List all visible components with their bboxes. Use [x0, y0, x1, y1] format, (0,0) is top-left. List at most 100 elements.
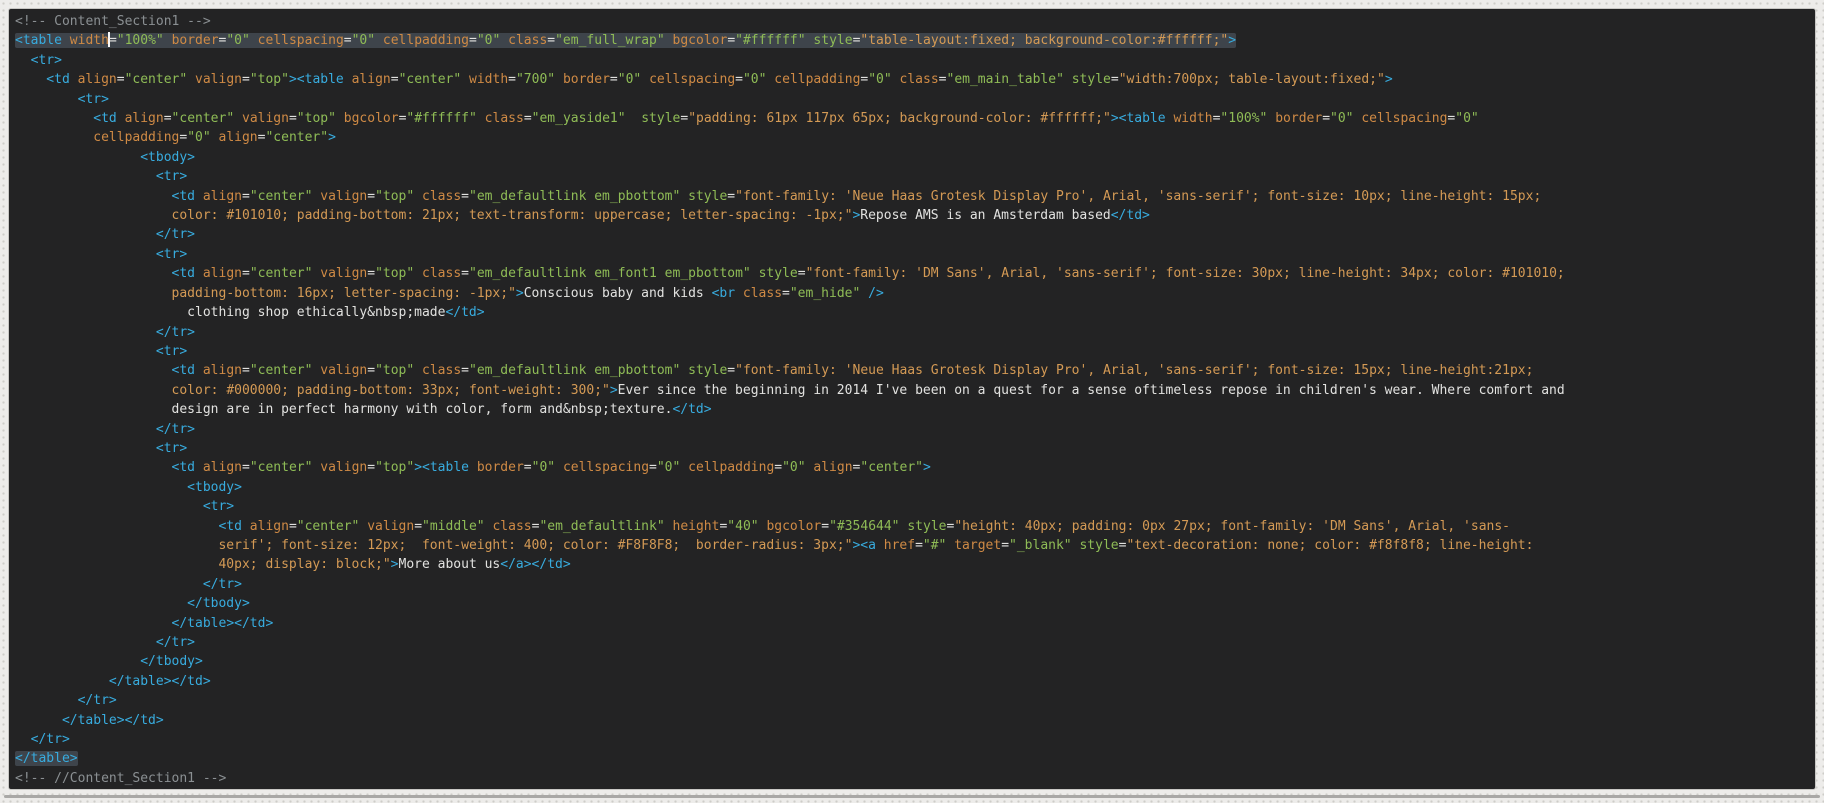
code-line[interactable]: </tr> [15, 691, 1809, 710]
code-token: = [524, 111, 532, 126]
code-line[interactable]: <tbody> [15, 478, 1809, 497]
code-token: style [688, 363, 727, 378]
code-token: <tr> [156, 441, 187, 456]
code-line[interactable]: </tr> [15, 323, 1809, 342]
code-line[interactable]: serif'; font-size: 12px; font-weight: 40… [15, 536, 1809, 555]
code-line[interactable]: <!-- //Content_Section1 --> [15, 769, 1809, 788]
code-token: = [117, 72, 125, 87]
code-token: = [1111, 72, 1119, 87]
code-line[interactable]: <td align="center" valign="top" class="e… [15, 264, 1809, 283]
code-line[interactable]: <td align="center" valign="top" class="e… [15, 361, 1809, 380]
code-line[interactable]: <tr> [15, 167, 1809, 186]
code-token: = [915, 538, 923, 553]
code-token: = [727, 363, 735, 378]
code-token: ><table [1111, 111, 1174, 126]
code-line[interactable]: </tr> [15, 633, 1809, 652]
code-line[interactable]: <tr> [15, 245, 1809, 264]
code-line[interactable]: <td align="center" valign="top"><table a… [15, 70, 1809, 89]
code-token: "700" [516, 72, 563, 87]
code-line[interactable]: </table> [15, 749, 1809, 768]
code-token: > [328, 130, 336, 145]
code-token: "center" [297, 519, 367, 534]
code-token: height [673, 519, 720, 534]
code-token: color: #000000; padding-bottom: 33px; fo… [172, 383, 610, 398]
code-line[interactable]: <tr> [15, 342, 1809, 361]
code-token: cellpadding [688, 460, 774, 475]
code-token: "font-family: 'DM Sans', Arial, 'sans-se… [806, 266, 1565, 281]
code-token: = [524, 460, 532, 475]
code-token: > [923, 460, 931, 475]
code-line[interactable]: design are in perfect harmony with color… [15, 400, 1809, 419]
code-token: bgcolor [766, 519, 821, 534]
code-token: "font-family: 'Neue Haas Grotesk Display… [735, 363, 1533, 378]
code-token: "#" [923, 538, 954, 553]
code-token: <td [93, 111, 124, 126]
code-token: "0" [226, 33, 257, 48]
code-token: "0" [352, 33, 383, 48]
code-token: padding-bottom: 16px; letter-spacing: -1… [172, 286, 516, 301]
code-token: 40px; display: block;" [218, 557, 390, 572]
code-token: "middle" [422, 519, 492, 534]
code-token: width [469, 72, 508, 87]
code-line[interactable]: color: #000000; padding-bottom: 33px; fo… [15, 381, 1809, 400]
code-token: "0" [657, 460, 688, 475]
code-token: = [414, 519, 422, 534]
code-line[interactable]: <td align="center" valign="top" bgcolor=… [15, 109, 1809, 128]
code-line[interactable]: <tr> [15, 497, 1809, 516]
code-line[interactable]: </tr> [15, 730, 1809, 749]
code-line[interactable]: </tr> [15, 575, 1809, 594]
code-token: </table></td> [109, 674, 211, 689]
code-token: "center" [250, 189, 320, 204]
code-line[interactable]: </tbody> [15, 652, 1809, 671]
code-token: "0" [1455, 111, 1478, 126]
code-token: "top" [375, 189, 422, 204]
code-token: "100%" [117, 33, 172, 48]
code-token: valign [320, 460, 367, 475]
code-line[interactable]: <tr> [15, 51, 1809, 70]
code-token: Ever since the beginning in 2014 I've be… [618, 383, 1565, 398]
code-token: align [125, 111, 164, 126]
code-token: > [516, 286, 524, 301]
code-line[interactable]: clothing shop ethically&nbsp;made</td> [15, 303, 1809, 322]
code-line[interactable]: 40px; display: block;">More about us</a>… [15, 555, 1809, 574]
code-token: = [821, 519, 829, 534]
code-token: <td [172, 363, 203, 378]
code-line[interactable]: color: #101010; padding-bottom: 21px; te… [15, 206, 1809, 225]
code-token: = [164, 111, 172, 126]
code-line[interactable]: </table></td> [15, 614, 1809, 633]
code-line[interactable]: </tr> [15, 420, 1809, 439]
code-token: = [367, 266, 375, 281]
code-line[interactable]: <td align="center" valign="middle" class… [15, 517, 1809, 536]
code-token: "padding: 61px 117px 65px; background-co… [688, 111, 1111, 126]
code-token: = [344, 33, 352, 48]
code-line[interactable]: </tr> [15, 225, 1809, 244]
code-token: "_blank" [1009, 538, 1079, 553]
code-token: style [641, 111, 680, 126]
code-token: <td [172, 266, 203, 281]
code-line[interactable]: <tbody> [15, 148, 1809, 167]
code-token: <table [15, 33, 70, 48]
code-token: ><a [852, 538, 883, 553]
code-token: "em_defaultlink em_pbottom" [469, 363, 688, 378]
code-line[interactable]: </table></td> [15, 711, 1809, 730]
code-token: align [250, 519, 289, 534]
matching-tag-highlight: <table width="100%" border="0" cellspaci… [15, 33, 1236, 48]
code-line[interactable]: <!-- Content_Section1 --> [15, 12, 1809, 31]
code-token: class [492, 519, 531, 534]
code-line[interactable]: </table></td> [15, 672, 1809, 691]
code-line[interactable]: <td align="center" valign="top" class="e… [15, 187, 1809, 206]
code-line[interactable]: <td align="center" valign="top"><table b… [15, 458, 1809, 477]
code-token: style [688, 189, 727, 204]
code-token: target [954, 538, 1001, 553]
code-line[interactable]: <tr> [15, 439, 1809, 458]
code-line[interactable]: <table width="100%" border="0" cellspaci… [15, 31, 1809, 50]
code-line[interactable]: padding-bottom: 16px; letter-spacing: -1… [15, 284, 1809, 303]
code-line[interactable]: <tr> [15, 90, 1809, 109]
code-token: serif'; font-size: 12px; font-weight: 40… [218, 538, 852, 553]
code-token: "top" [375, 460, 414, 475]
code-line[interactable]: cellpadding="0" align="center"> [15, 128, 1809, 147]
code-token: = [367, 189, 375, 204]
code-line[interactable]: </tbody> [15, 594, 1809, 613]
code-editor[interactable]: <!-- Content_Section1 --> <table width = "1… [8, 8, 1816, 790]
code-token: = [242, 363, 250, 378]
